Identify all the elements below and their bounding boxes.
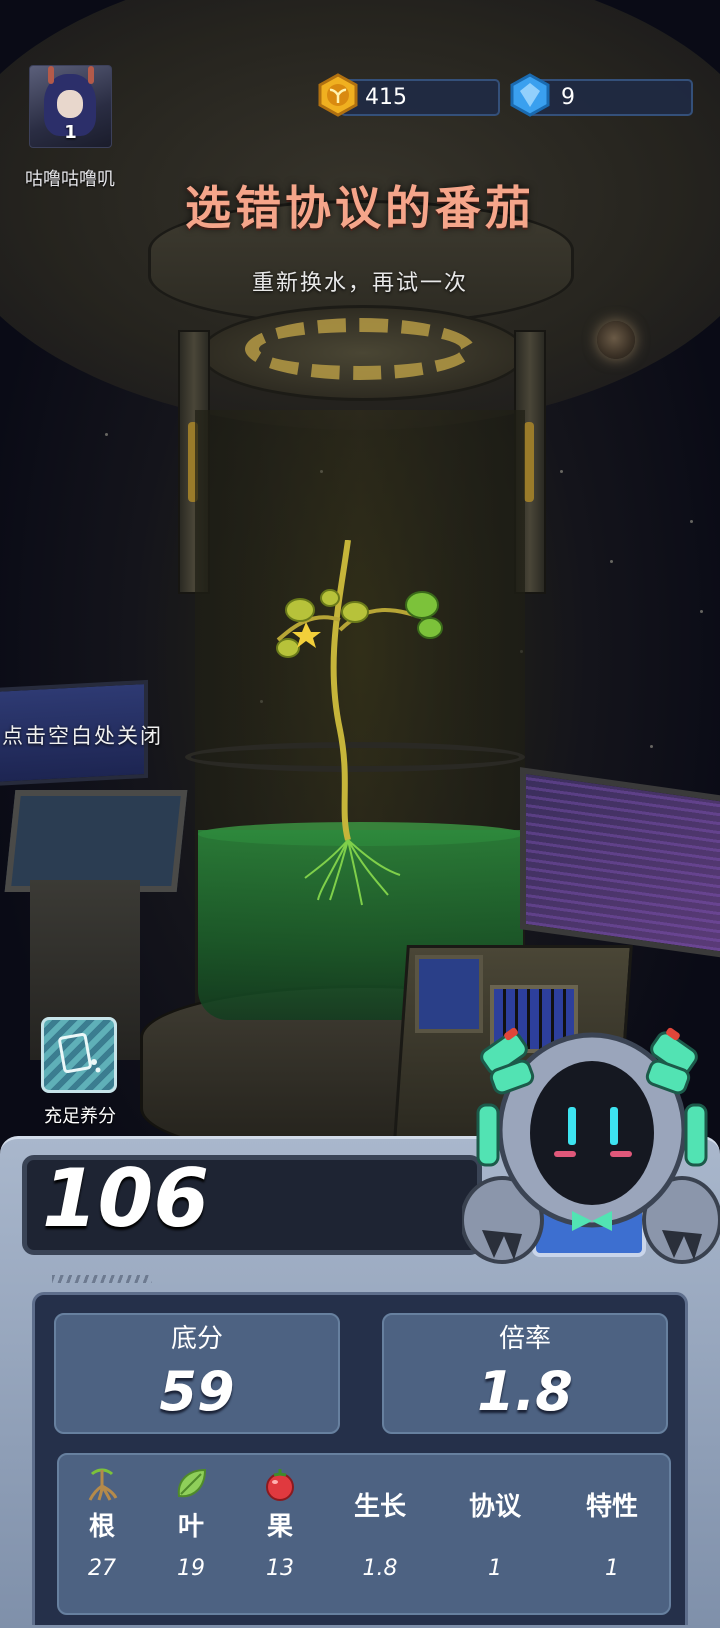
leaf-icon (177, 1468, 207, 1498)
breakdown-leaf: 叶 (161, 1466, 221, 1543)
leaf-value: 19 (177, 1556, 205, 1581)
fruit-value: 13 (266, 1556, 294, 1581)
base-score-value: 59 (159, 1360, 235, 1423)
left-terminal (4, 790, 188, 892)
tomato-plant (276, 540, 443, 906)
protocol-label: 协议 (468, 1492, 521, 1522)
protocol-value: 1 (488, 1556, 502, 1581)
growth-label: 生长 (353, 1492, 406, 1522)
nutrient-label: 充足养分 (44, 1106, 116, 1127)
coin-value: 415 (365, 85, 407, 110)
gem-value: 9 (561, 85, 575, 110)
multiplier-value: 1.8 (477, 1360, 573, 1423)
planet-decoration (597, 321, 635, 359)
total-score: 106 (42, 1152, 209, 1245)
coin-counter[interactable] (340, 79, 500, 116)
gem-counter[interactable] (528, 79, 693, 116)
nutrient-card-icon (58, 1032, 101, 1074)
robot-mascot (462, 1027, 720, 1264)
growth-value: 1.8 (362, 1556, 398, 1581)
leaf-label: 叶 (177, 1512, 204, 1542)
result-subtitle: 重新换水，再试一次 (251, 271, 468, 296)
root-label: 根 (88, 1512, 115, 1542)
breakdown-card (57, 1453, 671, 1615)
avatar-horn-right (88, 66, 94, 84)
trait-value: 1 (605, 1556, 619, 1581)
tank-vent-ring (245, 318, 475, 380)
fruit-label: 果 (266, 1512, 293, 1542)
root-value: 27 (88, 1556, 116, 1581)
blue-gem-icon (510, 73, 550, 117)
trait-label: 特性 (585, 1492, 638, 1522)
close-hint: 点击空白处关闭 (2, 724, 163, 748)
result-title: 选错协议的番茄 (185, 181, 535, 235)
avatar-horn-left (48, 66, 54, 84)
tomato-icon (266, 1469, 294, 1501)
player-level: 1 (64, 122, 77, 143)
avatar[interactable]: 1 (29, 65, 112, 148)
breakdown-root: 根 (72, 1466, 132, 1543)
root-icon (88, 1468, 118, 1501)
right-monitor (520, 767, 720, 959)
base-score-label: 底分 (170, 1324, 223, 1354)
multiplier-label: 倍率 (498, 1324, 551, 1354)
avatar-face (57, 90, 83, 118)
nutrient-button[interactable] (41, 1017, 117, 1093)
sprout-coin-icon (318, 73, 358, 117)
breakdown-fruit: 果 (250, 1466, 310, 1543)
panel-stripe (52, 1275, 152, 1283)
